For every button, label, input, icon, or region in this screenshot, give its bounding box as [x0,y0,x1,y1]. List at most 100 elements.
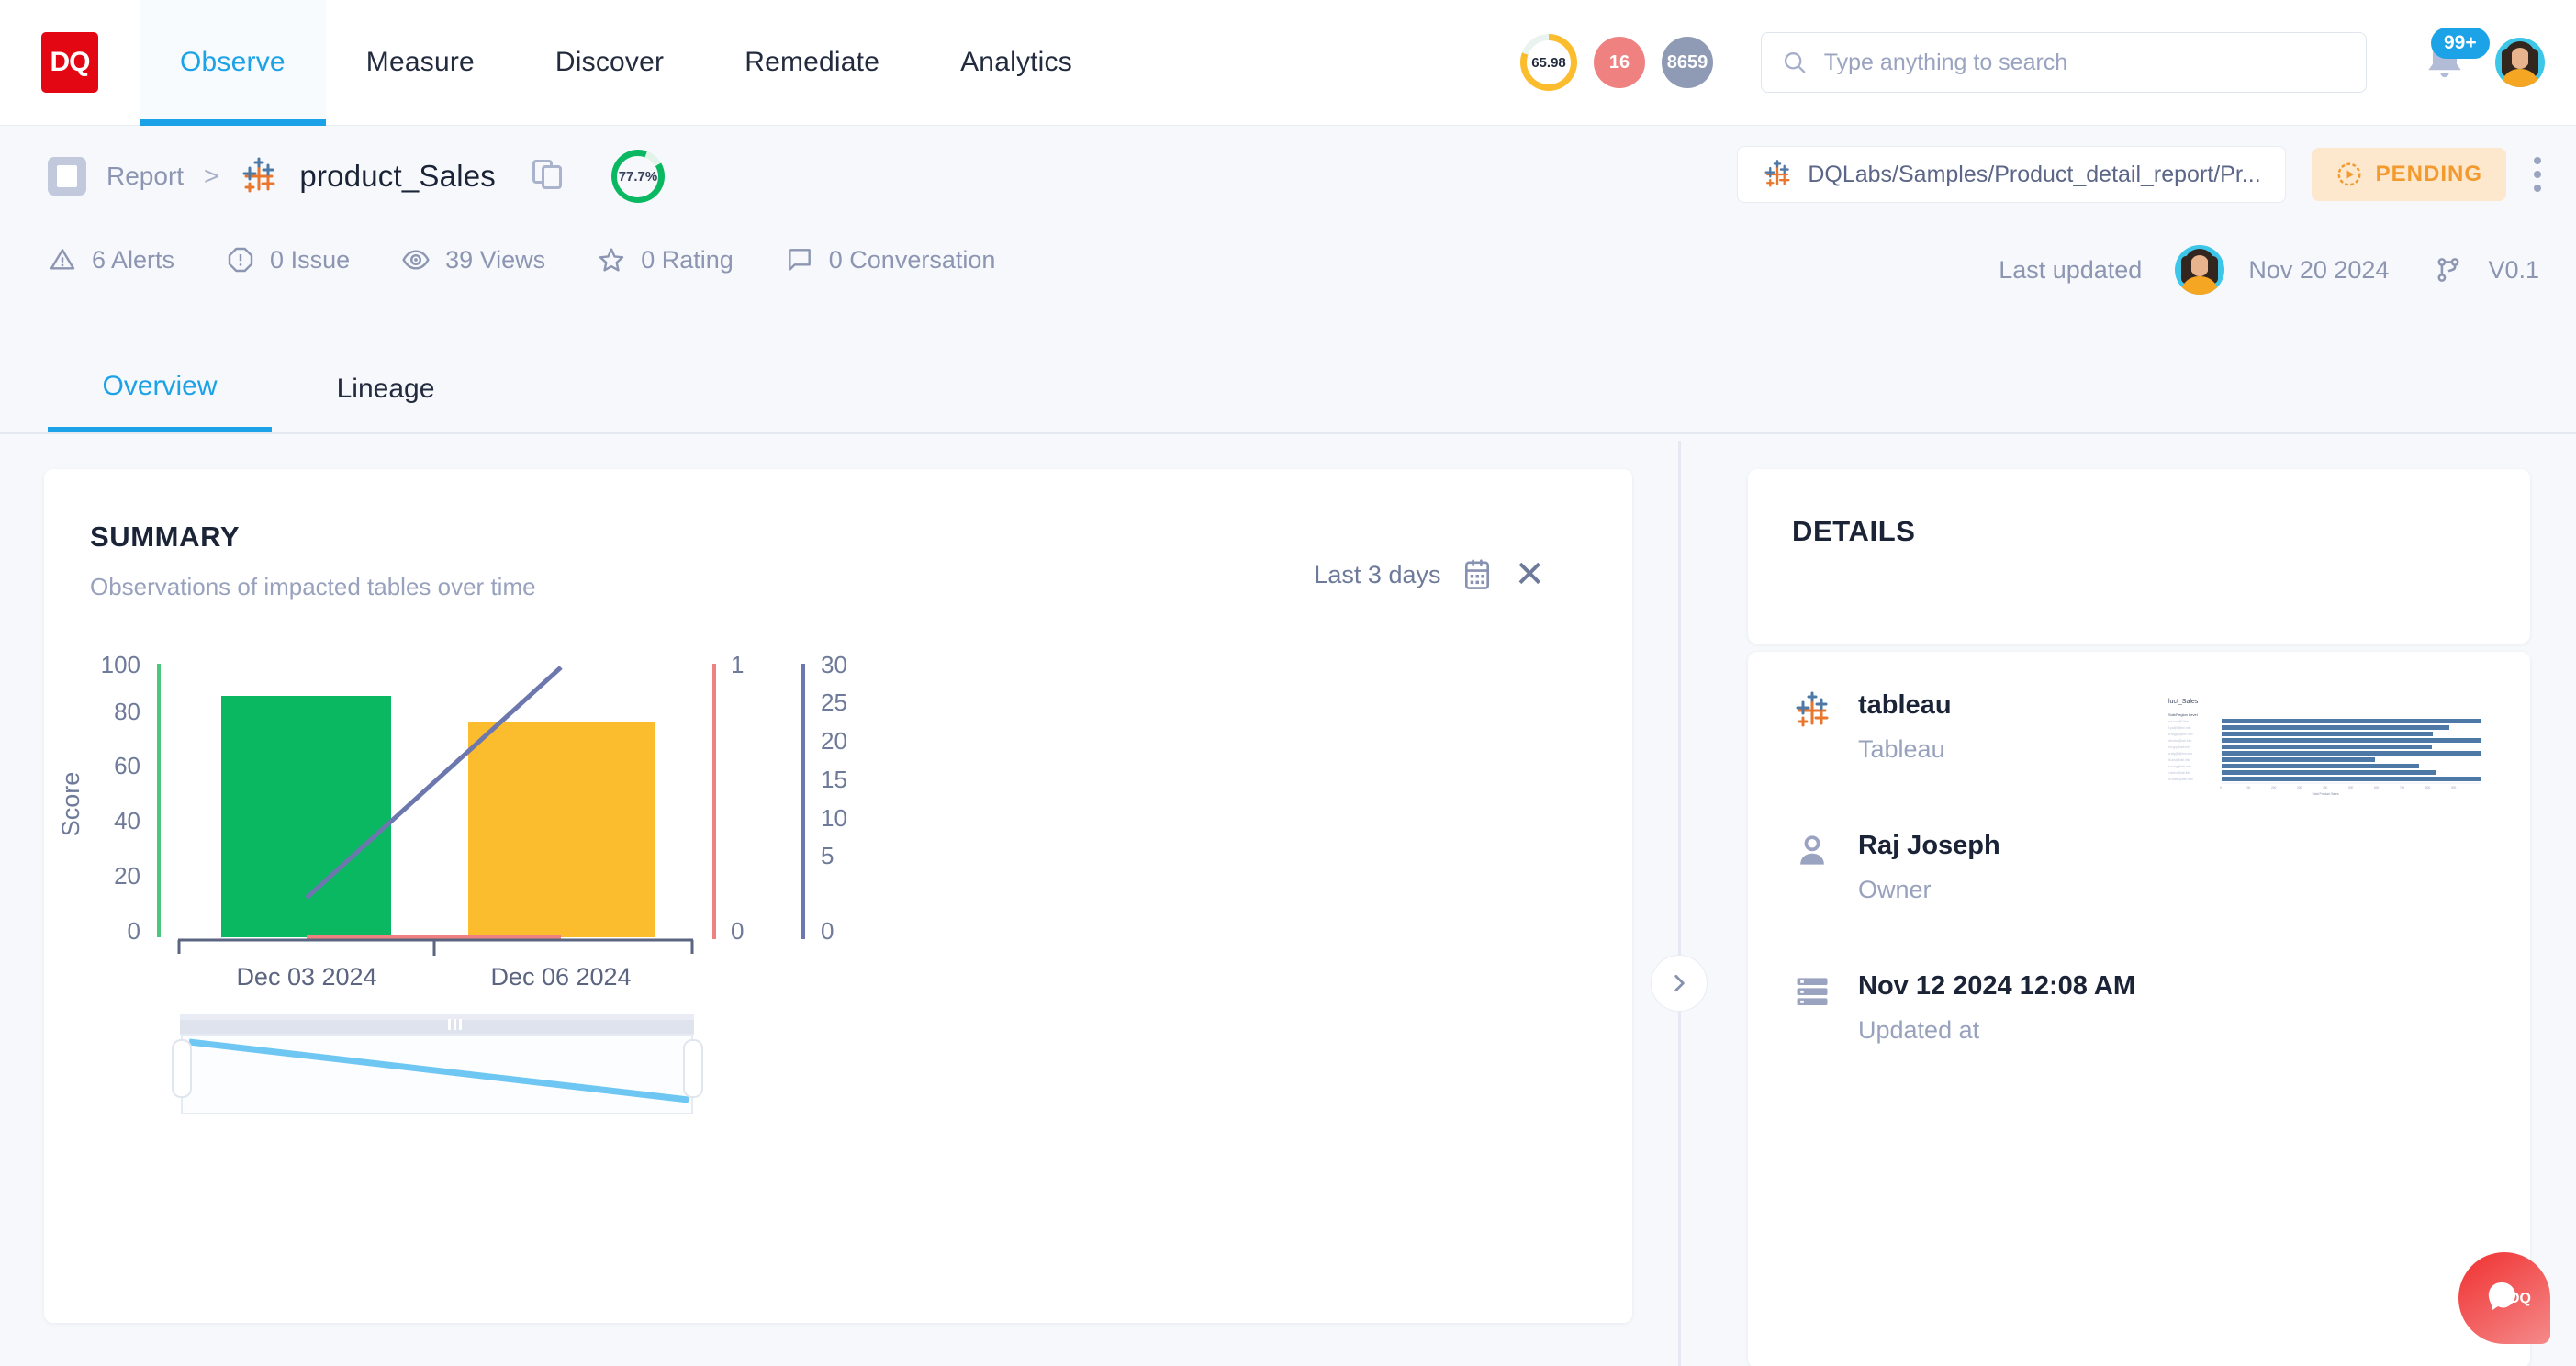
meta-issues[interactable]: 0 Issue [226,245,350,274]
search-icon [1784,52,1806,73]
svg-text:700: 700 [2400,786,2405,789]
svg-text:mx.sou@l1bm: mx.sou@l1bm [2168,720,2189,723]
svg-text:200: 200 [2271,786,2277,789]
svg-text:900: 900 [2451,786,2457,789]
app-logo[interactable]: DQ [0,32,140,93]
nav-tab-observe-label: Observe [180,47,286,77]
detail-updated-at: Nov 12 2024 12:08 AM [1858,971,2135,1001]
detail-owner-name: Raj Joseph [1858,831,2000,860]
database-icon [1797,978,1828,1006]
chat-label: DQ [2509,1291,2531,1306]
meta-alerts[interactable]: 6 Alerts [48,245,174,274]
source-path-chip[interactable]: DQLabs/Samples/Product_detail_report/Pr.… [1737,146,2286,203]
more-options-button[interactable] [2532,151,2543,197]
detail-source-name: tableau [1858,690,1952,720]
bar-dec-03 [221,696,391,937]
x-tick-label-1: Dec 06 2024 [490,963,631,991]
y3-tick-5: 5 [821,842,834,869]
meta-conversation-label: 0 Conversation [828,245,996,274]
chart-range-navigator[interactable] [172,1014,703,1114]
navigator-grip-icon [448,1019,462,1030]
svg-text:400: 400 [2323,786,2328,789]
nav-tab-remediate[interactable]: Remediate [704,0,920,126]
nav-tab-observe[interactable]: Observe [140,0,326,126]
meta-rating-label: 0 Rating [641,245,734,274]
nav-tab-measure[interactable]: Measure [326,0,515,126]
svg-text:500: 500 [2348,786,2354,789]
breadcrumb-report-link[interactable]: Report [106,162,184,191]
y2-tick-1: 1 [731,653,744,678]
meta-views[interactable]: 39 Views [401,245,545,274]
svg-text:Sub/Region Level: Sub/Region Level [2168,712,2198,717]
panel-divider [1678,441,1681,1366]
app-root: DQ Observe Measure Discover Remediate An… [0,0,2576,1366]
meta-issues-label: 0 Issue [270,245,351,274]
status-badge[interactable]: PENDING [2311,148,2506,201]
y-axis-label: Score [57,772,84,837]
chat-assistant-button[interactable]: DQ [2458,1252,2550,1344]
y3-tick-25: 25 [821,689,847,716]
nav-tab-remediate-label: Remediate [745,47,880,77]
source-details-card: luct_Sales Sub/Region Level mx.sou@l1bm f… [1748,652,2530,1366]
detail-row-updated: Nov 12 2024 12:08 AM Updated at [1792,971,2446,1045]
details-card: DETAILS [1748,469,2530,644]
global-search[interactable] [1761,32,2367,93]
navigator-handle-left[interactable] [172,1039,192,1098]
date-range-control: Last 3 days ✕ [1314,556,1545,593]
svg-text:mt.grp@lab.info: mt.grp@lab.info [2168,745,2190,749]
nav-tab-discover[interactable]: Discover [515,0,704,126]
tab-lineage-label: Lineage [336,374,435,404]
user-avatar[interactable] [2495,38,2545,87]
nav-tab-discover-label: Discover [554,47,665,77]
meta-rating[interactable]: 0 Rating [597,245,734,274]
tab-overview[interactable]: Overview [48,346,272,432]
y3-tick-10: 10 [821,804,847,832]
nav-tab-measure-label: Measure [365,47,475,77]
svg-text:lit.ana@lab.info: lit.ana@lab.info [2168,758,2190,762]
report-header: Report > product_Sales 77.7% DQLabs/Samp… [0,126,2576,346]
top-navigation-bar: DQ Observe Measure Discover Remediate An… [0,0,2576,126]
y-tick-80: 80 [114,698,140,725]
nav-tab-analytics[interactable]: Analytics [920,0,1113,126]
meta-conversation[interactable]: 0 Conversation [785,245,996,274]
svg-text:100: 100 [2246,786,2251,789]
navigator-handle-right[interactable] [683,1039,703,1098]
copy-icon[interactable] [532,160,564,193]
summary-chart: 100 80 60 40 20 0 Score Dec 03 2024 Dec … [44,653,1632,1167]
global-score-ring[interactable]: 65.98 [1520,34,1577,91]
version-label: V0.1 [2488,255,2539,284]
y-tick-100: 100 [101,653,140,678]
detail-row-source: tableau Tableau [1792,690,1952,764]
details-title: DETAILS [1792,515,1916,547]
tab-overview-label: Overview [102,371,218,401]
observations-chart[interactable]: 100 80 60 40 20 0 Score Dec 03 2024 Dec … [44,653,1632,1176]
global-alert-badge[interactable]: 16 [1594,37,1645,88]
report-type-icon [48,157,86,196]
search-input[interactable] [1823,49,2346,76]
page-title: product_Sales [299,159,496,193]
source-path-text: DQLabs/Samples/Product_detail_report/Pr.… [1808,161,2261,187]
tab-lineage[interactable]: Lineage [303,346,468,432]
y-tick-60: 60 [114,752,140,779]
notifications-button[interactable]: 99+ [2420,28,2490,90]
report-thumbnail[interactable]: luct_Sales Sub/Region Level mx.sou@l1bm f… [2165,694,2486,797]
pending-clock-icon [2337,162,2361,186]
collapse-panel-button[interactable] [1651,955,1708,1012]
global-count-badge[interactable]: 8659 [1662,37,1713,88]
date-range-label[interactable]: Last 3 days [1314,561,1440,589]
eye-icon [402,250,430,270]
svg-text:f.m.log@lab.info: f.m.log@lab.info [2168,765,2191,768]
y3-tick-15: 15 [821,766,847,793]
tableau-icon [239,156,279,196]
breadcrumb-separator-icon: > [204,162,219,190]
detail-owner-role: Owner [1858,876,1932,903]
svg-text:300: 300 [2297,786,2302,789]
close-icon[interactable]: ✕ [1514,556,1545,593]
y-tick-20: 20 [114,862,140,890]
global-score-value: 65.98 [1527,40,1571,84]
calendar-icon[interactable] [1461,557,1494,592]
tableau-icon [1796,691,1829,727]
svg-text:m.buen@lbm.info: m.buen@lbm.info [2168,778,2193,781]
detail-row-owner: Raj Joseph Owner [1792,831,2000,904]
dq-logo-mark: DQ [41,32,98,93]
